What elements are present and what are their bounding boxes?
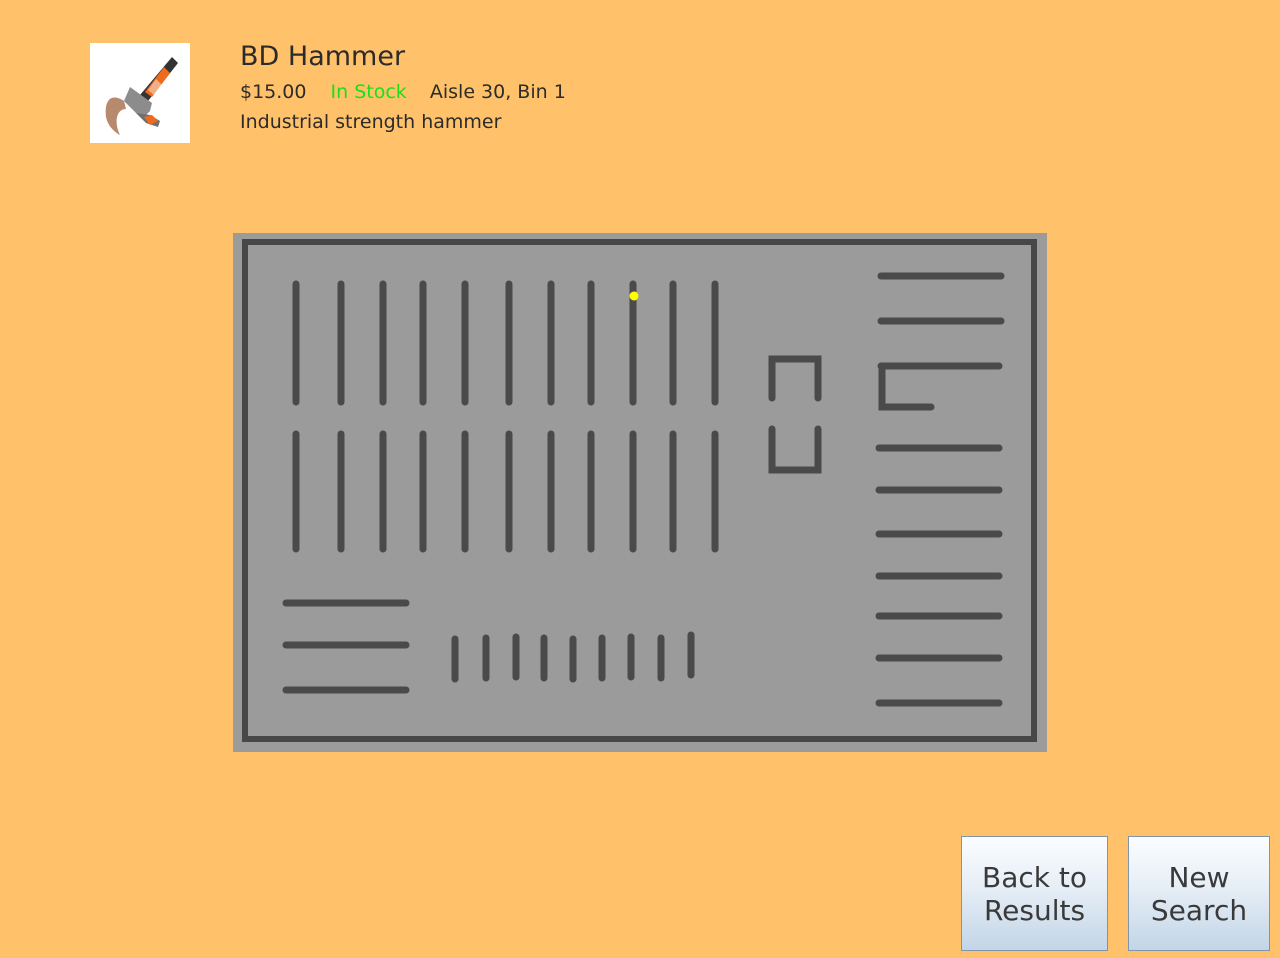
hammer-icon [105,57,178,135]
back-to-results-button[interactable]: Back to Results [961,836,1108,951]
store-map-drawing [233,233,1047,752]
new-search-button[interactable]: New Search [1128,836,1270,951]
product-location: Aisle 30, Bin 1 [429,81,566,103]
store-map [233,233,1047,752]
location-marker-icon [629,291,639,301]
product-title: BD Hammer [240,41,406,72]
product-price: $15.00 [240,81,307,103]
stock-status: In Stock [330,81,407,103]
product-image [90,43,190,143]
product-description: Industrial strength hammer [240,111,502,133]
product-info-row: $15.00 In Stock Aisle 30, Bin 1 [240,80,566,104]
